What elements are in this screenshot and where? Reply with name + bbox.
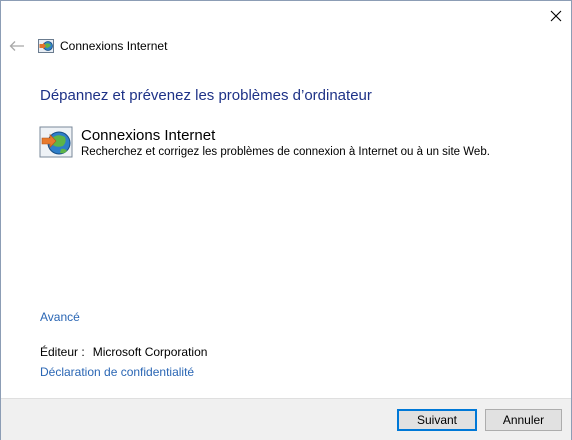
back-button[interactable] xyxy=(7,37,27,55)
footer-bar: Suivant Annuler xyxy=(1,398,571,440)
advanced-link[interactable]: Avancé xyxy=(40,310,80,324)
next-button[interactable]: Suivant xyxy=(397,409,477,431)
breadcrumb: Connexions Internet xyxy=(38,38,167,54)
troubleshooter-window: Connexions Internet Dépannez et prévenez… xyxy=(0,0,572,440)
cancel-button[interactable]: Annuler xyxy=(485,409,562,431)
close-icon xyxy=(550,10,562,22)
page-title: Dépannez et prévenez les problèmes d’ord… xyxy=(40,87,372,104)
privacy-statement-link[interactable]: Déclaration de confidentialité xyxy=(40,365,194,379)
internet-connections-small-icon xyxy=(38,39,54,53)
close-button[interactable] xyxy=(545,5,567,27)
back-arrow-icon xyxy=(9,41,24,51)
breadcrumb-label: Connexions Internet xyxy=(60,39,168,53)
internet-connections-icon xyxy=(39,126,73,158)
troubleshooter-item: Connexions Internet Recherchez et corrig… xyxy=(39,126,490,160)
troubleshooter-description: Recherchez et corrigez les problèmes de … xyxy=(81,146,490,158)
publisher-label: Éditeur : xyxy=(40,345,85,359)
publisher-info: Éditeur : Microsoft Corporation xyxy=(40,345,207,359)
troubleshooter-title: Connexions Internet xyxy=(81,127,216,144)
publisher-value: Microsoft Corporation xyxy=(92,345,208,359)
